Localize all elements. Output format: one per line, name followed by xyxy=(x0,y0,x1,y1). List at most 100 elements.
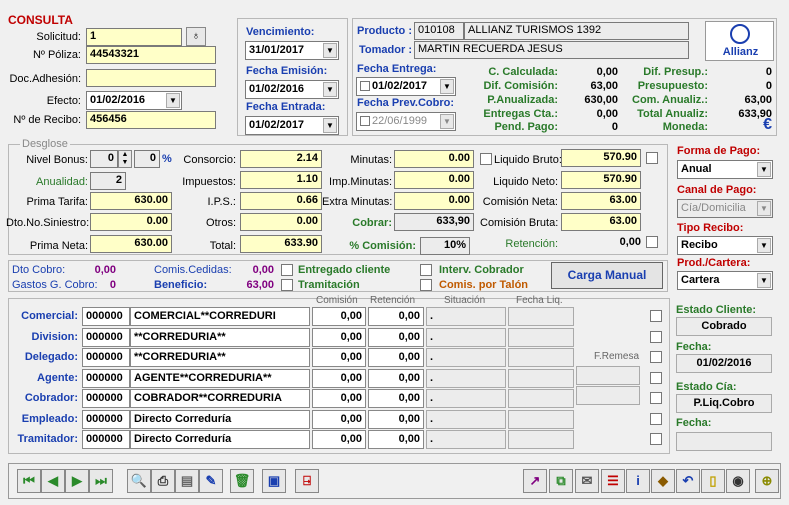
row-retencion[interactable]: 0,00 xyxy=(368,368,424,388)
document-icon[interactable]: ▤ xyxy=(175,469,199,493)
prev-icon[interactable]: ◀ xyxy=(41,469,65,493)
comision-bruta-field[interactable]: 63.00 xyxy=(561,213,641,231)
liquido-neto-field[interactable]: 570.90 xyxy=(561,171,641,189)
row-code[interactable]: 000000 xyxy=(82,307,130,326)
total-field[interactable]: 633.90 xyxy=(240,235,322,253)
row-retencion[interactable]: 0,00 xyxy=(368,307,424,326)
solicitud-field[interactable]: 1 xyxy=(86,28,182,46)
entregado-check[interactable] xyxy=(281,264,293,276)
prod-cartera-select[interactable]: Cartera ▼ xyxy=(677,271,773,290)
row-check[interactable] xyxy=(650,330,662,343)
carga-manual-button[interactable]: Carga Manual xyxy=(551,262,663,289)
liquido-bruto-check[interactable] xyxy=(480,153,492,165)
imp-minutas-field[interactable]: 0.00 xyxy=(394,171,474,189)
entrega-check[interactable] xyxy=(360,81,370,92)
delete-icon[interactable]: 🗑 xyxy=(230,469,254,493)
emision-select[interactable]: 01/02/2016 ▼ xyxy=(245,80,339,99)
row-retencion[interactable]: 0,00 xyxy=(368,348,424,367)
comision-neta-field[interactable]: 63.00 xyxy=(561,192,641,210)
row-check[interactable] xyxy=(650,412,662,425)
fremesa-field[interactable] xyxy=(576,366,640,385)
row-code[interactable]: 000000 xyxy=(82,368,130,388)
prima-neta-field[interactable]: 630.00 xyxy=(90,235,172,253)
folder-icon[interactable]: ▯ xyxy=(701,469,725,493)
poliza-field[interactable]: 44543321 xyxy=(86,46,216,64)
last-icon[interactable]: ⏭ xyxy=(89,469,113,493)
edit-icon[interactable]: ✎ xyxy=(199,469,223,493)
info-icon[interactable]: i xyxy=(626,469,650,493)
cobrar-field: 633,90 xyxy=(394,213,474,231)
report-icon[interactable]: ☰ xyxy=(601,469,625,493)
row-retencion[interactable]: 0,00 xyxy=(368,409,424,429)
row-comision[interactable]: 0,00 xyxy=(312,430,366,449)
dto-siniestro-field[interactable]: 0.00 xyxy=(90,213,172,231)
extra-minutas-field[interactable]: 0.00 xyxy=(394,192,474,210)
forma-pago-select[interactable]: Anual ▼ xyxy=(677,160,773,179)
first-icon[interactable]: ⏮ xyxy=(17,469,41,493)
row-retencion[interactable]: 0,00 xyxy=(368,430,424,449)
undo-icon[interactable]: ↶ xyxy=(676,469,700,493)
row-code[interactable]: 000000 xyxy=(82,430,130,449)
vencimiento-value: 31/01/2017 xyxy=(249,44,305,56)
bonus-pct-field[interactable]: 0 xyxy=(134,150,160,168)
ips-field[interactable]: 0.66 xyxy=(240,192,322,210)
fecha2-field xyxy=(676,432,772,451)
row-retencion[interactable]: 0,00 xyxy=(368,389,424,408)
entrega-select[interactable]: 01/02/2017 ▼ xyxy=(356,77,456,96)
binoculars-icon[interactable]: ♁ xyxy=(186,27,206,46)
prev-cobro-select[interactable]: 22/06/1999 ▼ xyxy=(356,112,456,131)
comis-talon-check[interactable] xyxy=(420,279,432,291)
camera-icon[interactable]: ◉ xyxy=(726,469,750,493)
row-retencion[interactable]: 0,00 xyxy=(368,327,424,347)
prev-cobro-check[interactable] xyxy=(360,116,370,127)
canal-pago-select[interactable]: Cía/Domicilia ▼ xyxy=(677,199,773,218)
row-comision[interactable]: 0,00 xyxy=(312,368,366,388)
row-check[interactable] xyxy=(650,392,662,404)
print-preview-icon[interactable]: ▣ xyxy=(262,469,286,493)
liquido-bruto-option-check[interactable] xyxy=(646,152,658,164)
copy-icon[interactable]: ⧉ xyxy=(549,469,573,493)
vencimiento-select[interactable]: 31/01/2017 ▼ xyxy=(245,41,339,60)
row-code[interactable]: 000000 xyxy=(82,409,130,429)
row-name: Directo Correduría xyxy=(130,409,310,429)
minutas-field[interactable]: 0.00 xyxy=(394,150,474,168)
add-icon[interactable]: ⊕ xyxy=(755,469,779,493)
exit-icon[interactable]: ⍈ xyxy=(295,469,319,493)
fecha-field: 01/02/2016 xyxy=(676,354,772,373)
row-comision[interactable]: 0,00 xyxy=(312,307,366,326)
row-comision[interactable]: 0,00 xyxy=(312,389,366,408)
row-comision[interactable]: 0,00 xyxy=(312,348,366,367)
fremesa-field-2[interactable] xyxy=(576,386,640,405)
entrada-select[interactable]: 01/02/2017 ▼ xyxy=(245,116,339,135)
row-check[interactable] xyxy=(650,433,662,445)
tarifa-field[interactable]: 630.00 xyxy=(90,192,172,210)
interv-cobrador-check[interactable] xyxy=(420,264,432,276)
print-icon[interactable]: ⎙ xyxy=(151,469,175,493)
next-icon[interactable]: ▶ xyxy=(65,469,89,493)
tramitacion-check[interactable] xyxy=(281,279,293,291)
consorcio-field[interactable]: 2.14 xyxy=(240,150,322,168)
liquido-bruto-field[interactable]: 570.90 xyxy=(561,149,641,167)
row-code[interactable]: 000000 xyxy=(82,327,130,347)
recibo-field[interactable]: 456456 xyxy=(86,111,216,129)
spinner-icon[interactable]: ▲ ▼ xyxy=(118,150,132,168)
doc-field[interactable] xyxy=(86,69,216,87)
impuestos-field[interactable]: 1.10 xyxy=(240,171,322,189)
efecto-select[interactable]: 01/02/2016 ▼ xyxy=(86,91,182,110)
row-code[interactable]: 000000 xyxy=(82,389,130,408)
row-comision[interactable]: 0,00 xyxy=(312,327,366,347)
otros-field[interactable]: 0.00 xyxy=(240,213,322,231)
search-icon[interactable]: 🔍 xyxy=(127,469,151,493)
row-check[interactable] xyxy=(650,351,662,363)
retencion-check[interactable] xyxy=(646,236,658,248)
wallet-icon[interactable]: ◆ xyxy=(651,469,675,493)
row-check[interactable] xyxy=(650,371,662,384)
row-check[interactable] xyxy=(650,310,662,322)
row-comision[interactable]: 0,00 xyxy=(312,409,366,429)
tipo-recibo-select[interactable]: Recibo ▼ xyxy=(677,236,773,255)
mail-icon[interactable]: ✉ xyxy=(575,469,599,493)
header-comision: Comisión xyxy=(316,295,358,306)
export-icon[interactable]: ↗ xyxy=(523,469,547,493)
nivel-bonus-field[interactable]: 0 xyxy=(90,150,118,168)
row-code[interactable]: 000000 xyxy=(82,348,130,367)
